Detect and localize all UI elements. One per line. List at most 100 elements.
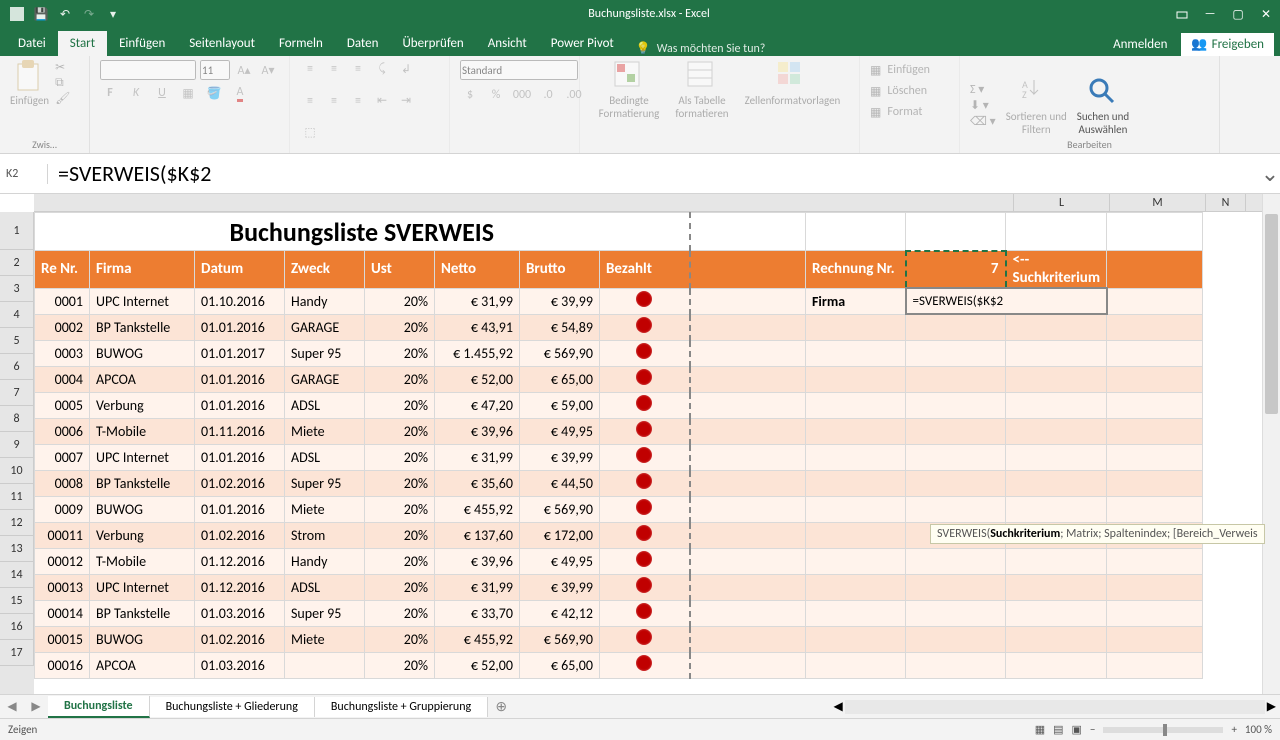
cell[interactable]: 00015 [35,626,90,652]
cell[interactable]: UPC Internet [90,288,195,314]
cell[interactable]: 01.12.2016 [195,574,285,600]
col-header-brutto[interactable]: Brutto [520,251,600,289]
cell[interactable] [690,392,806,418]
number-format-select[interactable] [460,60,578,80]
cell-bezahlt[interactable] [600,548,690,574]
cell[interactable]: € 31,99 [435,444,520,470]
col-header-firma[interactable]: Firma [90,251,195,289]
cell[interactable] [690,314,806,340]
cell[interactable]: € 39,99 [520,288,600,314]
font-family-select[interactable] [100,60,196,80]
cell[interactable]: 01.01.2016 [195,314,285,340]
cell[interactable] [906,418,1006,444]
cell[interactable] [806,444,906,470]
close-icon[interactable]: ✕ [1252,0,1280,28]
align-top-icon[interactable]: ≡ [300,60,320,78]
cell[interactable]: Super 95 [285,600,365,626]
cell[interactable]: Verbung [90,392,195,418]
cell[interactable]: € 49,95 [520,418,600,444]
cells-delete-button[interactable]: ▦Löschen [870,81,949,101]
autosum-icon[interactable]: Σ ▾ [970,82,996,97]
cell[interactable] [690,522,806,548]
border-icon[interactable]: ▦ [178,84,198,102]
cell[interactable]: € 39,96 [435,548,520,574]
cell-styles-button[interactable]: Zellenformatvorlagen [745,60,841,107]
cell[interactable]: € 35,60 [435,470,520,496]
row-header-5[interactable]: 5 [0,328,34,354]
maximize-icon[interactable]: ▢ [1224,0,1252,28]
tab-datei[interactable]: Datei [6,31,58,56]
cell[interactable] [806,418,906,444]
cell[interactable]: BUWOG [90,340,195,366]
sheet-tab-buchungsliste[interactable]: Buchungsliste [48,696,150,718]
editing-cell-k3[interactable]: =SVERWEIS($K$2 [906,288,1107,314]
row-header-8[interactable]: 8 [0,406,34,432]
cell[interactable] [1107,366,1203,392]
cell[interactable]: Miete [285,496,365,522]
lookup-label-firma[interactable]: Firma [806,288,906,314]
cell[interactable]: 01.10.2016 [195,288,285,314]
cell[interactable]: 00013 [35,574,90,600]
decrease-font-icon[interactable]: A▾ [258,61,278,79]
cell[interactable]: 01.01.2016 [195,496,285,522]
cell[interactable]: 01.01.2016 [195,366,285,392]
cell[interactable]: € 39,99 [520,444,600,470]
cell[interactable]: € 455,92 [435,626,520,652]
cell[interactable] [906,548,1006,574]
cell[interactable] [806,626,906,652]
sheet-nav-next-icon[interactable]: ▶ [24,699,48,714]
cell[interactable]: T-Mobile [90,548,195,574]
row-header-14[interactable]: 14 [0,562,34,588]
cell[interactable]: € 455,92 [435,496,520,522]
tab-daten[interactable]: Daten [335,31,391,56]
increase-font-icon[interactable]: A▴ [234,61,254,79]
cell[interactable]: APCOA [90,652,195,678]
thousand-icon[interactable]: 000 [512,86,532,104]
cell[interactable]: 20% [365,288,435,314]
cell[interactable] [690,366,806,392]
cell-bezahlt[interactable] [600,340,690,366]
cell[interactable]: ADSL [285,392,365,418]
cell[interactable]: 20% [365,366,435,392]
col-header-re-nr-[interactable]: Re Nr. [35,251,90,289]
cell[interactable] [806,548,906,574]
cell[interactable]: € 43,91 [435,314,520,340]
cell[interactable]: € 31,99 [435,574,520,600]
row-header-11[interactable]: 11 [0,484,34,510]
cell[interactable] [806,340,906,366]
cell[interactable] [806,314,906,340]
cell[interactable]: € 33,70 [435,600,520,626]
cell[interactable] [1107,600,1203,626]
cell[interactable]: 20% [365,418,435,444]
worksheet[interactable]: L M N 1 2 3 4 5 6 7 8 9 10 11 12 13 14 1… [0,194,1280,694]
cell-grid[interactable]: Buchungsliste SVERWEIS Re Nr.FirmaDatumZ… [34,212,1262,694]
row-header-6[interactable]: 6 [0,354,34,380]
cell[interactable]: € 31,99 [435,288,520,314]
cell[interactable] [906,496,1006,522]
tab-seitenlayout[interactable]: Seitenlayout [177,31,267,56]
cell[interactable] [690,470,806,496]
name-box[interactable]: K2 [0,164,48,184]
underline-button[interactable]: U [152,84,172,102]
view-pagebreak-icon[interactable]: ▣ [1072,723,1082,736]
cell[interactable] [906,314,1006,340]
row-header-16[interactable]: 16 [0,614,34,640]
fill-icon[interactable]: ⬇ ▾ [970,98,996,113]
cell[interactable] [806,522,906,548]
cell[interactable]: € 569,90 [520,496,600,522]
font-size-select[interactable] [200,60,230,80]
align-bot-icon[interactable]: ≡ [348,60,368,78]
cell[interactable] [1107,314,1203,340]
clear-icon[interactable]: ⌫ ▾ [970,114,996,129]
cell[interactable] [906,392,1006,418]
cell[interactable] [1006,626,1107,652]
function-tooltip[interactable]: SVERWEIS(Suchkriterium; Matrix; Spalteni… [930,524,1265,544]
cell[interactable]: € 137,60 [435,522,520,548]
row-header-9[interactable]: 9 [0,432,34,458]
cells-insert-button[interactable]: ▦Einfügen [870,60,949,80]
cell-bezahlt[interactable] [600,444,690,470]
cell-bezahlt[interactable] [600,574,690,600]
cell[interactable]: 0006 [35,418,90,444]
cell-bezahlt[interactable] [600,522,690,548]
cell[interactable]: € 39,96 [435,418,520,444]
